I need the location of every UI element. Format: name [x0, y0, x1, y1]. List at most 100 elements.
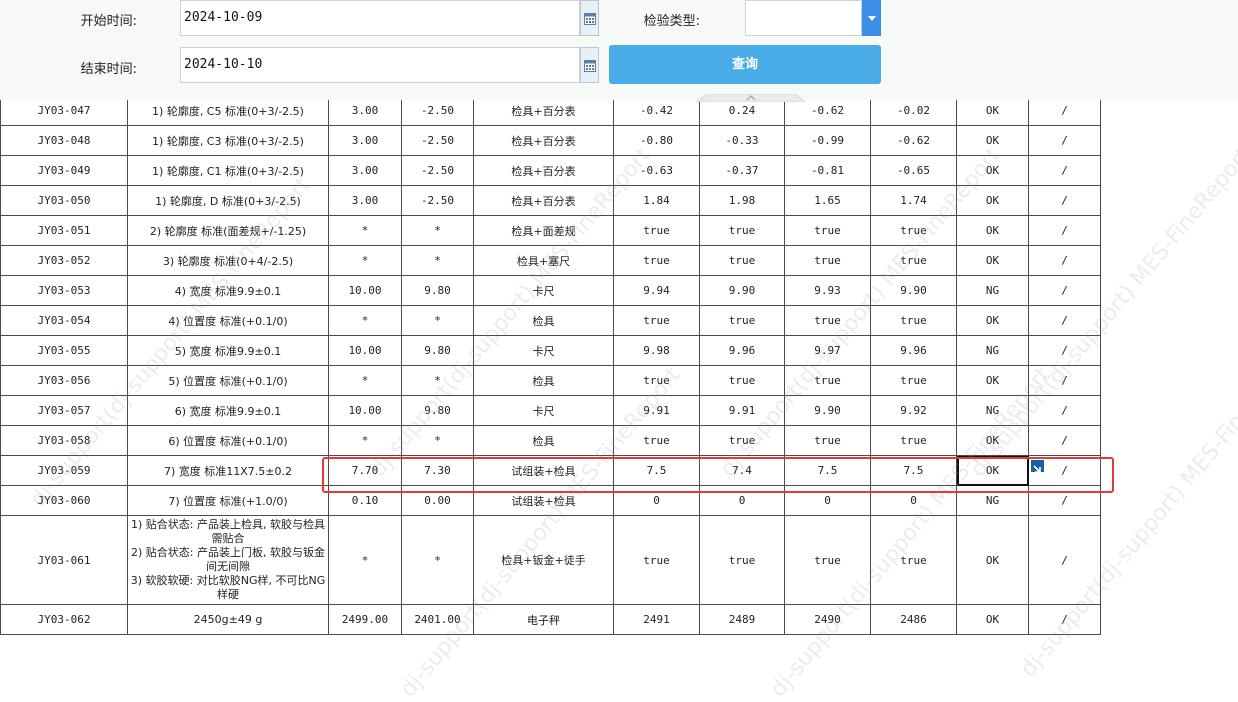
start-date-input[interactable]: 2024-10-09: [180, 0, 580, 36]
remark-cell[interactable]: /: [1028, 305, 1101, 336]
measure-2-cell[interactable]: true: [699, 305, 785, 336]
measure-3-cell[interactable]: 7.5: [784, 455, 871, 486]
remark-cell[interactable]: /: [1028, 485, 1101, 516]
result-cell[interactable]: OK: [956, 155, 1029, 186]
measure-1-cell[interactable]: -0.80: [613, 125, 700, 156]
measure-4-cell[interactable]: 2486: [870, 604, 957, 635]
measure-4-cell[interactable]: true: [870, 365, 957, 396]
measure-2-cell[interactable]: true: [699, 215, 785, 246]
upper-limit-cell[interactable]: 3.00: [328, 95, 402, 126]
end-calendar-button[interactable]: [580, 47, 599, 83]
measure-2-cell[interactable]: -0.37: [699, 155, 785, 186]
measure-3-cell[interactable]: 1.65: [784, 185, 871, 216]
measure-2-cell[interactable]: -0.33: [699, 125, 785, 156]
upper-limit-cell[interactable]: *: [328, 215, 402, 246]
lower-limit-cell[interactable]: 2401.00: [401, 604, 474, 635]
result-cell[interactable]: OK: [956, 185, 1029, 216]
item-desc-cell[interactable]: 6) 宽度 标准9.9±0.1: [127, 395, 329, 426]
tool-cell[interactable]: 检具+面差规: [473, 215, 614, 246]
item-code-cell[interactable]: JY03-053: [0, 275, 128, 306]
item-desc-cell[interactable]: 6) 位置度 标准(+0.1/0): [127, 425, 329, 456]
item-code-cell[interactable]: JY03-057: [0, 395, 128, 426]
remark-cell[interactable]: /: [1028, 185, 1101, 216]
lower-limit-cell[interactable]: *: [401, 365, 474, 396]
measure-1-cell[interactable]: true: [613, 215, 700, 246]
measure-4-cell[interactable]: 9.96: [870, 335, 957, 366]
upper-limit-cell[interactable]: *: [328, 305, 402, 336]
result-cell[interactable]: NG: [956, 395, 1029, 426]
remark-cell[interactable]: /: [1028, 275, 1101, 306]
upper-limit-cell[interactable]: 3.00: [328, 155, 402, 186]
tool-cell[interactable]: 检具+百分表: [473, 125, 614, 156]
result-cell[interactable]: NG: [956, 485, 1029, 516]
measure-2-cell[interactable]: 0: [699, 485, 785, 516]
upper-limit-cell[interactable]: 10.00: [328, 275, 402, 306]
result-cell[interactable]: OK: [956, 515, 1029, 605]
measure-4-cell[interactable]: true: [870, 425, 957, 456]
measure-2-cell[interactable]: 9.91: [699, 395, 785, 426]
upper-limit-cell[interactable]: 10.00: [328, 335, 402, 366]
measure-1-cell[interactable]: true: [613, 365, 700, 396]
measure-3-cell[interactable]: -0.81: [784, 155, 871, 186]
measure-2-cell[interactable]: true: [699, 425, 785, 456]
tool-cell[interactable]: 卡尺: [473, 395, 614, 426]
measure-1-cell[interactable]: true: [613, 515, 700, 605]
measure-1-cell[interactable]: true: [613, 245, 700, 276]
measure-4-cell[interactable]: -0.62: [870, 125, 957, 156]
result-cell[interactable]: OK: [956, 455, 1029, 486]
measure-1-cell[interactable]: true: [613, 425, 700, 456]
measure-4-cell[interactable]: 9.92: [870, 395, 957, 426]
measure-3-cell[interactable]: true: [784, 365, 871, 396]
tool-cell[interactable]: 卡尺: [473, 275, 614, 306]
remark-cell[interactable]: /: [1028, 515, 1101, 605]
tool-cell[interactable]: 检具+塞尺: [473, 245, 614, 276]
remark-cell[interactable]: /: [1028, 604, 1101, 635]
lower-limit-cell[interactable]: -2.50: [401, 125, 474, 156]
lower-limit-cell[interactable]: *: [401, 425, 474, 456]
tool-cell[interactable]: 检具: [473, 365, 614, 396]
measure-1-cell[interactable]: 2491: [613, 604, 700, 635]
upper-limit-cell[interactable]: 3.00: [328, 185, 402, 216]
result-cell[interactable]: OK: [956, 604, 1029, 635]
item-code-cell[interactable]: JY03-054: [0, 305, 128, 336]
item-code-cell[interactable]: JY03-047: [0, 95, 128, 126]
measure-4-cell[interactable]: 0: [870, 485, 957, 516]
item-code-cell[interactable]: JY03-050: [0, 185, 128, 216]
item-code-cell[interactable]: JY03-051: [0, 215, 128, 246]
result-cell[interactable]: OK: [956, 245, 1029, 276]
lower-limit-cell[interactable]: -2.50: [401, 185, 474, 216]
query-button[interactable]: 查询: [609, 45, 881, 84]
item-code-cell[interactable]: JY03-062: [0, 604, 128, 635]
item-desc-cell[interactable]: 5) 宽度 标准9.9±0.1: [127, 335, 329, 366]
remark-cell[interactable]: /: [1028, 245, 1101, 276]
lower-limit-cell[interactable]: 7.30: [401, 455, 474, 486]
upper-limit-cell[interactable]: 10.00: [328, 395, 402, 426]
item-code-cell[interactable]: JY03-048: [0, 125, 128, 156]
upper-limit-cell[interactable]: 2499.00: [328, 604, 402, 635]
measure-2-cell[interactable]: true: [699, 245, 785, 276]
measure-1-cell[interactable]: 9.98: [613, 335, 700, 366]
remark-cell[interactable]: /: [1028, 95, 1101, 126]
remark-cell[interactable]: /: [1028, 335, 1101, 366]
lower-limit-cell[interactable]: *: [401, 215, 474, 246]
measure-2-cell[interactable]: 1.98: [699, 185, 785, 216]
start-calendar-button[interactable]: [580, 0, 599, 36]
item-code-cell[interactable]: JY03-049: [0, 155, 128, 186]
measure-2-cell[interactable]: 9.90: [699, 275, 785, 306]
lower-limit-cell[interactable]: 9.80: [401, 395, 474, 426]
upper-limit-cell[interactable]: 0.10: [328, 485, 402, 516]
result-cell[interactable]: OK: [956, 125, 1029, 156]
measure-3-cell[interactable]: 9.90: [784, 395, 871, 426]
measure-1-cell[interactable]: 7.5: [613, 455, 700, 486]
lower-limit-cell[interactable]: -2.50: [401, 155, 474, 186]
tool-cell[interactable]: 检具: [473, 305, 614, 336]
item-desc-cell[interactable]: 7) 宽度 标准11X7.5±0.2: [127, 455, 329, 486]
remark-cell[interactable]: /: [1028, 155, 1101, 186]
result-cell[interactable]: NG: [956, 335, 1029, 366]
measure-1-cell[interactable]: -0.63: [613, 155, 700, 186]
item-code-cell[interactable]: JY03-060: [0, 485, 128, 516]
item-code-cell[interactable]: JY03-056: [0, 365, 128, 396]
inspection-type-dropdown-button[interactable]: [862, 0, 881, 36]
measure-4-cell[interactable]: -0.02: [870, 95, 957, 126]
item-code-cell[interactable]: JY03-055: [0, 335, 128, 366]
